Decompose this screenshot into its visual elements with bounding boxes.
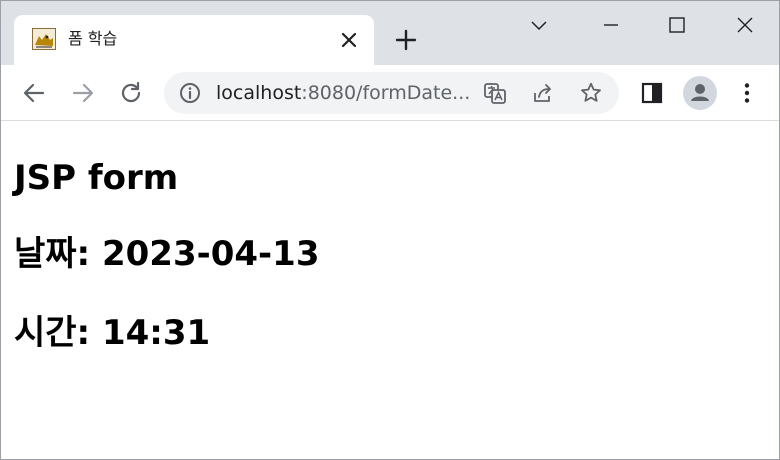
side-panel-icon[interactable] <box>639 80 665 106</box>
url-path: :8080/formDate... <box>301 82 471 104</box>
tab-title: 폼 학습 <box>68 29 118 48</box>
arrow-left-icon[interactable] <box>21 80 47 106</box>
close-icon[interactable] <box>339 30 359 50</box>
active-tab[interactable]: 폼 학습 <box>14 15 374 65</box>
translate-icon[interactable] <box>483 81 507 105</box>
date-heading: 날짜: 2023-04-13 <box>14 234 320 274</box>
window-close-icon[interactable] <box>730 11 760 41</box>
chevron-down-icon[interactable] <box>524 11 554 41</box>
browser-window: 폼 학습 localhost:8080/formDate... JSP form… <box>0 0 780 460</box>
avatar-icon[interactable] <box>683 76 717 110</box>
tomcat-icon <box>32 28 56 50</box>
info-icon[interactable] <box>179 82 201 104</box>
kebab-menu-icon[interactable] <box>734 80 760 106</box>
page-content: JSP form 날짜: 2023-04-13 시간: 14:31 <box>1 122 779 459</box>
person-icon <box>683 76 717 110</box>
address-bar[interactable]: localhost:8080/formDate... <box>164 72 619 114</box>
maximize-icon[interactable] <box>662 11 692 41</box>
arrow-right-icon[interactable] <box>70 80 96 106</box>
reload-icon[interactable] <box>118 80 144 106</box>
page-heading: JSP form <box>14 158 179 198</box>
share-icon[interactable] <box>531 81 555 105</box>
url-text[interactable]: localhost:8080/formDate... <box>216 82 472 104</box>
browser-toolbar: localhost:8080/formDate... <box>1 65 779 121</box>
plus-icon[interactable] <box>394 28 418 52</box>
tab-strip: 폼 학습 <box>1 1 779 65</box>
url-host: localhost <box>216 82 302 104</box>
time-heading: 시간: 14:31 <box>14 313 211 353</box>
star-icon[interactable] <box>579 81 603 105</box>
minimize-icon[interactable] <box>596 11 626 41</box>
